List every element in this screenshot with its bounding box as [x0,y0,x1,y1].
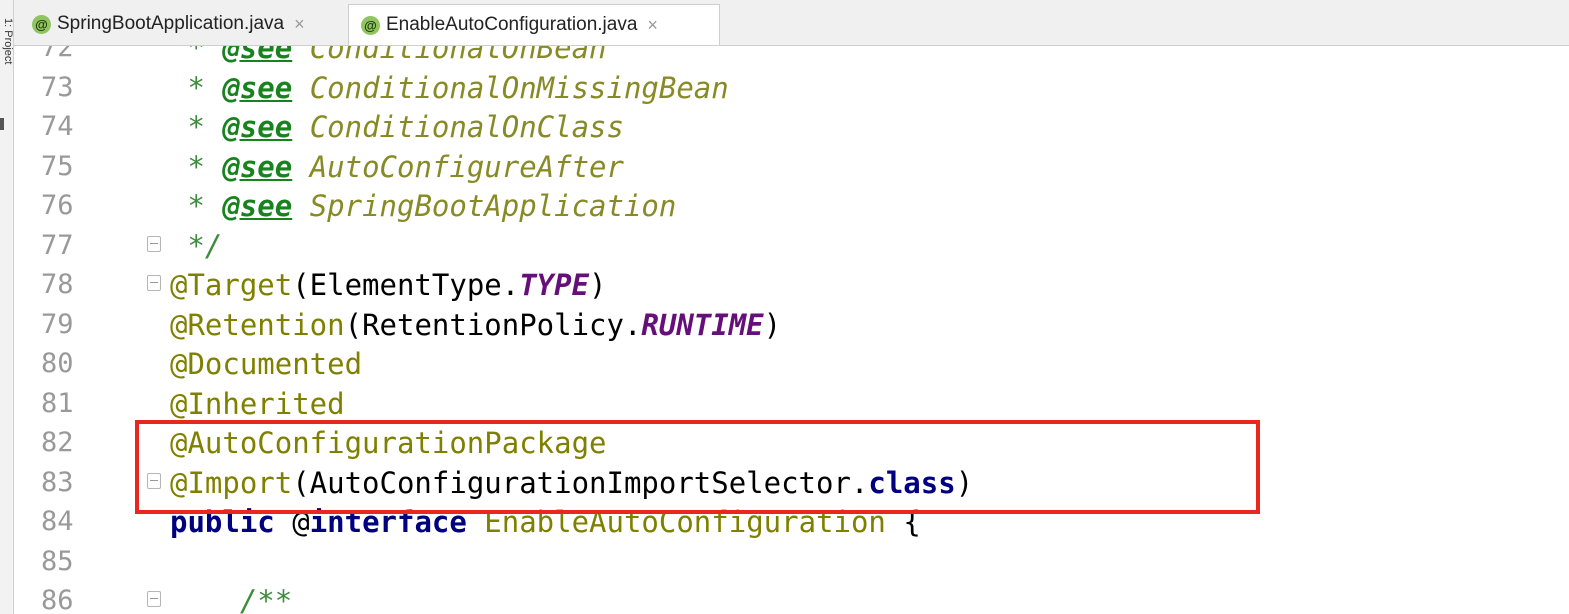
code-token: */ [170,228,223,263]
code-token: ) [763,307,782,342]
code-token: @Inherited [170,386,345,421]
line-number: 83 [41,466,74,498]
code-text: */ [170,226,222,266]
line-number: 82 [41,427,74,458]
code-token: @Target [170,268,293,302]
code-text: * @see AutoConfigureAfter [170,147,624,187]
code-token: /** [170,584,293,614]
code-token: { [885,505,921,539]
fold-marker-icon[interactable] [147,472,161,489]
code-token: @ [292,505,310,539]
annotation-file-icon: @ [32,14,51,34]
code-text: @Import(AutoConfigurationImportSelector.… [170,463,973,503]
fold-marker-icon[interactable] [147,591,161,607]
code-text: public @interface EnableAutoConfiguratio… [170,502,921,542]
close-icon[interactable]: × [647,15,658,36]
line-number: 76 [41,190,74,221]
code-token: @see [222,149,293,184]
code-token: @Documented [170,347,363,381]
code-line[interactable]: 85 [14,542,1569,582]
fold-marker-icon[interactable] [147,275,161,291]
line-number: 75 [41,150,74,182]
code-token: SpringBootApplication [292,189,677,223]
code-text: * @see ConditionalOnMissingBean [170,68,729,108]
code-line[interactable]: 78 @Target(ElementType.TYPE) [14,265,1569,305]
code-token: @Retention [170,307,345,342]
code-token: @Import [170,465,293,500]
code-line[interactable]: 76 * @see SpringBootApplication [14,186,1569,226]
code-token: (ElementType. [292,268,520,302]
line-number: 78 [41,269,74,300]
code-token: @see [222,46,293,65]
code-line[interactable]: 83 @Import(AutoConfigurationImportSelecto… [14,463,1569,503]
tab-springbootapplication[interactable]: @ SpringBootApplication.java × [28,4,346,44]
code-token: (RetentionPolicy. [344,307,642,342]
tab-label: EnableAutoConfiguration.java [386,14,638,35]
code-token: AutoConfigureAfter [292,149,624,184]
code-line[interactable]: 73 * @see ConditionalOnMissingBean [14,68,1569,108]
code-token: TYPE [519,268,590,302]
code-text: * @see SpringBootApplication [170,186,676,226]
code-token: (AutoConfigurationImportSelector. [292,465,869,500]
code-token: * [170,149,223,184]
close-icon[interactable]: × [294,14,305,35]
line-number: 85 [41,545,74,577]
code-text: @AutoConfigurationPackage [170,423,607,463]
line-number: 86 [41,585,74,614]
code-line[interactable]: 86 /** [14,581,1569,614]
code-token: * [170,70,223,105]
code-line[interactable]: 79 @Retention(RetentionPolicy.RUNTIME) [14,305,1569,345]
project-tool-window-label[interactable]: 1: Project [0,18,14,76]
code-token: EnableAutoConfiguration [484,505,886,539]
code-token: ) [589,268,607,302]
line-number: 73 [41,71,74,103]
code-line[interactable]: 84 public @interface EnableAutoConfigurat… [14,502,1569,542]
code-token: * [170,110,223,144]
code-line[interactable]: 72 * @see ConditionalOnBean [14,46,1569,68]
line-number: 81 [41,387,74,419]
line-number: 84 [41,506,74,537]
code-token: ConditionalOnBean [292,46,607,65]
code-text: /** [170,581,292,614]
code-token: ConditionalOnClass [292,110,624,144]
code-text: * @see ConditionalOnBean [170,46,607,68]
code-token: @AutoConfigurationPackage [170,426,607,460]
line-number: 77 [41,229,74,261]
line-number: 80 [41,348,74,379]
code-token: @see [222,110,293,144]
tab-label: SpringBootApplication.java [57,13,285,34]
code-line[interactable]: 81 @Inherited [14,384,1569,424]
code-line[interactable]: 75 * @see AutoConfigureAfter [14,147,1569,187]
code-token: @see [222,70,293,105]
code-text: @Inherited [170,384,345,424]
code-token: class [868,465,956,500]
code-line[interactable]: 80 @Documented [14,344,1569,384]
code-text: * @see ConditionalOnClass [170,107,624,147]
project-tool-window-strip[interactable]: 1: Project [0,0,14,614]
fold-marker-icon[interactable] [147,235,161,252]
code-token: * [170,46,223,65]
code-token: ConditionalOnMissingBean [292,70,729,105]
tool-window-marker [0,118,4,130]
tab-enableautoconfiguration[interactable]: @ EnableAutoConfiguration.java × [348,4,720,45]
line-number: 79 [41,308,74,340]
code-editor[interactable]: 72 * @see ConditionalOnBean 73 * @see Con… [14,46,1569,614]
code-token: interface [309,505,485,539]
code-line[interactable]: 74 * @see ConditionalOnClass [14,107,1569,147]
code-line[interactable]: 77 */ [14,226,1569,266]
code-token: ) [955,465,974,500]
code-line[interactable]: 82 @AutoConfigurationPackage [14,423,1569,463]
line-number: 72 [41,46,74,63]
code-token: @see [222,189,293,223]
code-text: @Target(ElementType.TYPE) [170,265,607,305]
code-token: RUNTIME [641,307,764,342]
annotation-file-icon: @ [361,15,380,35]
code-text: @Documented [170,344,362,384]
line-number: 74 [41,111,74,142]
code-token: * [170,189,223,223]
code-text: @Retention(RetentionPolicy.RUNTIME) [170,305,781,345]
editor-tab-bar: @ SpringBootApplication.java × @ EnableA… [14,0,1569,46]
code-token: public [170,505,293,539]
